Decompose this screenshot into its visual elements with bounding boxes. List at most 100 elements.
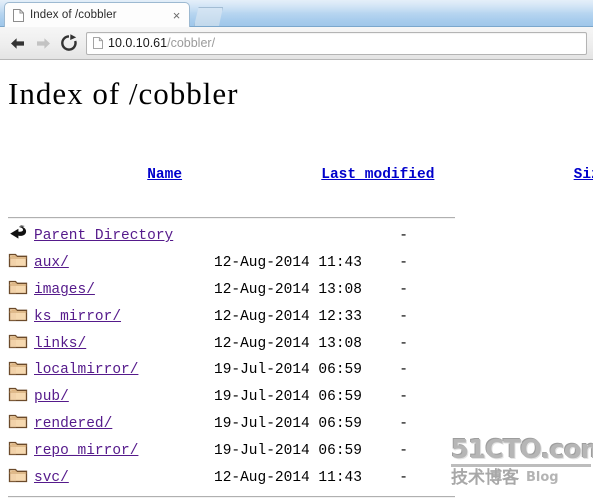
entry-last-modified: 19-Jul-2014 06:59 [214,415,362,432]
entry-size: - [399,281,408,298]
entry-name-cell: links/ [34,331,214,358]
entry-last-modified: 19-Jul-2014 06:59 [214,442,362,459]
folder-icon [8,438,34,465]
table-row: links/12-Aug-2014 13:08 - [8,331,408,358]
folder-icon [8,250,28,272]
entry-name-cell: ks_mirror/ [34,304,214,331]
folder-icon [8,465,34,492]
browser-window: Index of /cobbler × 10.0.10.61/cobbler/ … [0,0,593,500]
tab-title: Index of /cobbler [30,9,117,21]
entry-last-modified: 19-Jul-2014 06:59 [214,362,362,379]
folder-icon [8,358,28,380]
parent-directory-icon [8,224,28,246]
entry-last-modified: 12-Aug-2014 13:08 [214,281,362,298]
page-viewport: Index of /cobbler Name Last modified Si … [0,60,593,499]
sort-by-size-link[interactable]: Size [574,167,593,183]
browser-toolbar: 10.0.10.61/cobbler/ [0,27,593,60]
parent-directory-icon [8,223,34,250]
sort-by-last-modified-link[interactable]: Last modified [321,167,434,183]
sort-by-name-link[interactable]: Name [147,167,182,183]
folder-icon [8,384,28,406]
directory-rows-table: Parent Directory - aux/12-Aug-2014 11:43- i… [8,223,408,491]
table-row: pub/19-Jul-2014 06:59 - [8,384,408,411]
address-host: 10.0.10.61 [108,36,168,50]
entry-size: - [399,469,408,486]
address-bar-text: 10.0.10.61/cobbler/ [108,36,215,50]
table-row: images/12-Aug-2014 13:08 - [8,277,408,304]
forward-button[interactable] [30,30,56,56]
folder-icon [8,357,34,384]
address-path: /cobbler/ [167,36,216,50]
directory-listing: Name Last modified Size Description [0,135,593,499]
entry-link[interactable]: svc/ [34,470,69,486]
table-row: rendered/19-Jul-2014 06:59 - [8,411,408,438]
table-row: repo_mirror/19-Jul-2014 06:59 - [8,438,408,465]
header-divider [8,217,455,220]
folder-icon [8,384,34,411]
back-button[interactable] [4,30,30,56]
new-tab-button[interactable] [194,7,223,26]
folder-icon [8,304,34,331]
entry-link[interactable]: images/ [34,282,95,298]
entry-size: - [399,415,408,432]
footer-divider [8,496,455,499]
entry-link[interactable]: ks_mirror/ [34,309,121,325]
entry-last-modified: 12-Aug-2014 13:08 [214,335,362,352]
entry-last-modified: 19-Jul-2014 06:59 [214,389,362,406]
entry-link[interactable]: rendered/ [34,416,112,432]
table-row: ks_mirror/12-Aug-2014 12:33 - [8,304,408,331]
entry-link[interactable]: repo_mirror/ [34,443,138,459]
reload-button[interactable] [56,30,82,56]
entry-name-cell: images/ [34,277,214,304]
reload-icon [60,34,78,52]
table-header-row: Name Last modified Size Description [8,135,593,215]
header-name: Name [8,135,182,215]
entry-name-cell: rendered/ [34,411,214,438]
folder-icon [8,331,28,353]
folder-icon [8,331,34,358]
directory-rows: Parent Directory - aux/12-Aug-2014 11:43- i… [8,223,408,491]
folder-icon [8,411,34,438]
folder-icon [8,304,28,326]
page-icon [93,37,103,49]
folder-icon [8,250,34,277]
page-title: Index of /cobbler [8,76,239,111]
entry-link[interactable]: links/ [34,336,86,352]
folder-icon [8,411,28,433]
entry-last-modified: 12-Aug-2014 11:43 [214,255,362,272]
table-row: Parent Directory - [8,223,408,250]
entry-link[interactable]: pub/ [34,389,69,405]
entry-size: - [399,308,408,325]
entry-last-modified: 12-Aug-2014 12:33 [214,308,362,325]
folder-icon [8,465,28,487]
entry-last-modified [214,223,362,250]
page-icon [13,8,24,22]
apache-directory-index: Index of /cobbler Name Last modified Si … [0,60,593,499]
table-row: localmirror/19-Jul-2014 06:59 - [8,357,408,384]
entry-name-cell: aux/ [34,250,214,277]
tab-index-of-cobbler[interactable]: Index of /cobbler × [4,2,190,27]
directory-table: Name Last modified Size Description [8,135,593,215]
entry-link[interactable]: Parent Directory [34,228,173,244]
address-bar[interactable]: 10.0.10.61/cobbler/ [86,31,587,55]
folder-icon [8,438,28,460]
entry-name-cell: Parent Directory [34,223,214,250]
header-last-modified: Last modified [182,135,434,215]
entry-last-modified: 12-Aug-2014 11:43 [214,469,362,486]
entry-name-cell: pub/ [34,384,214,411]
entry-link[interactable]: aux/ [34,255,69,271]
entry-size: - [399,335,408,352]
entry-size: - [399,255,408,272]
entry-size: - [399,362,408,379]
table-row: aux/12-Aug-2014 11:43 - [8,250,408,277]
entry-name-cell: repo_mirror/ [34,438,214,465]
tab-strip: Index of /cobbler × [0,0,593,27]
entry-name-cell: svc/ [34,465,214,492]
entry-link[interactable]: localmirror/ [34,362,138,378]
entry-size: - [399,228,408,245]
close-icon[interactable]: × [170,9,183,22]
arrow-left-icon [9,36,26,51]
entry-size: - [399,389,408,406]
folder-icon [8,277,34,304]
table-row: svc/12-Aug-2014 11:43 - [8,465,408,492]
